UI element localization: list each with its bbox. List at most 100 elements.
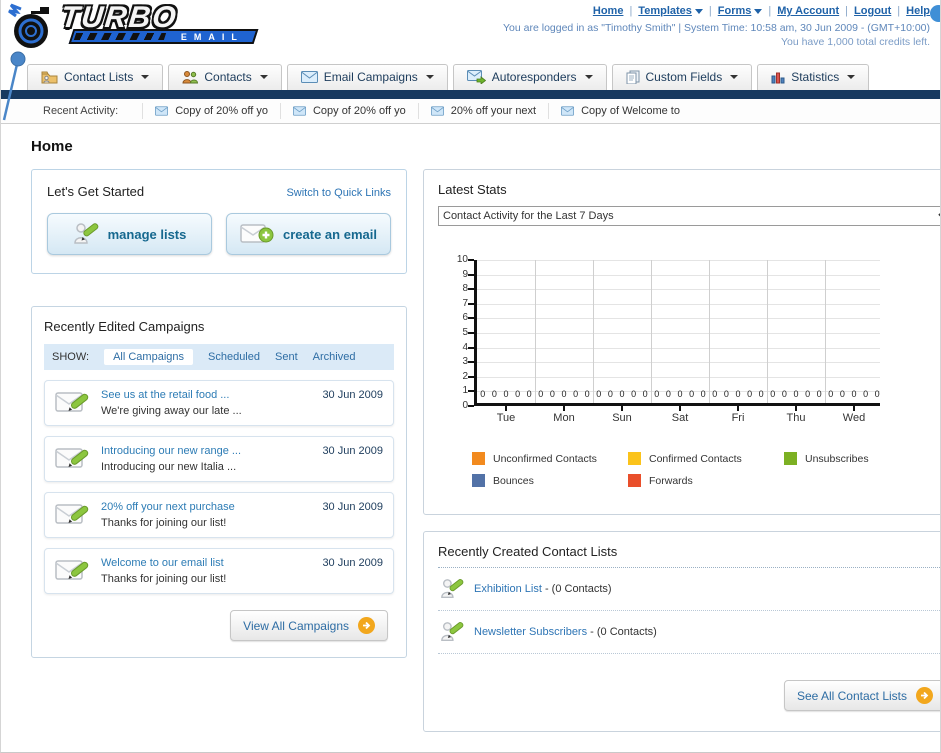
legend-item: Confirmed Contacts (628, 452, 784, 465)
legend-item: Unsubscribes (784, 452, 940, 465)
left-column: Let's Get Started Switch to Quick Links … (31, 169, 407, 658)
legend-label: Bounces (493, 474, 534, 487)
chevron-down-icon (847, 75, 856, 79)
value-labels: 00000 (770, 389, 822, 399)
tab-custom-fields[interactable]: Custom Fields (611, 64, 753, 90)
arrow-right-icon (358, 617, 375, 634)
contact-activity-chart: 0 1 2 3 4 5 6 7 8 9 10 0 0 0 0 0 0 0 0 0 0 0 0 0 0 0 0 0 0 0 0 0 0 0 0 0 0 0 0… (457, 254, 940, 428)
y-tick-label: 10 (456, 254, 468, 265)
legend-swatch (784, 452, 797, 465)
legend-label: Unconfirmed Contacts (493, 452, 597, 465)
value-labels: 00000 (596, 389, 648, 399)
latest-stats-panel: Latest Stats Contact Activity for the La… (423, 169, 940, 515)
campaign-date: 30 Jun 2009 (322, 557, 383, 569)
campaign-title-link[interactable]: See us at the retail food ... (101, 389, 312, 401)
y-tick-label: 0 (462, 400, 468, 411)
envelope-pencil-icon (55, 560, 89, 580)
legend-swatch (472, 452, 485, 465)
tab-email-campaigns[interactable]: Email Campaigns (286, 64, 448, 90)
filter-sent[interactable]: Sent (275, 351, 298, 363)
campaign-subject: We're giving away our late ... (101, 405, 242, 417)
x-tick-label: Wed (842, 412, 866, 424)
legend-label: Unsubscribes (805, 452, 869, 465)
x-tick-label: Sat (671, 412, 689, 424)
contact-list-link[interactable]: Newsletter Subscribers (474, 626, 587, 638)
tab-statistics[interactable]: Statistics (757, 64, 870, 90)
campaign-filter-bar: SHOW: All Campaigns Scheduled Sent Archi… (44, 344, 394, 370)
create-email-button[interactable]: create an email (226, 213, 391, 255)
pages-icon (626, 70, 640, 84)
pin-decoration (2, 51, 26, 121)
filter-all-campaigns[interactable]: All Campaigns (104, 349, 193, 365)
campaign-list: See us at the retail food ... We're givin… (44, 380, 394, 594)
envelope-icon (300, 71, 318, 83)
envelope-icon (561, 106, 575, 116)
y-tick-label: 1 (462, 385, 468, 397)
see-all-contact-lists-button[interactable]: See All Contact Lists (783, 680, 940, 711)
campaign-subject: Thanks for joining our list! (101, 517, 227, 529)
contact-count: - (0 Contacts) (544, 583, 612, 595)
filter-archived[interactable]: Archived (313, 351, 356, 363)
campaign-title-link[interactable]: 20% off your next purchase (101, 501, 312, 513)
x-tick-label: Fri (731, 412, 745, 424)
chevron-down-icon (425, 75, 434, 79)
contact-list-link[interactable]: Exhibition List (474, 583, 542, 595)
value-labels: 00000 (538, 389, 590, 399)
envelope-icon (292, 106, 306, 116)
y-tick-label: 8 (462, 283, 468, 295)
contact-count: - (0 Contacts) (590, 626, 657, 638)
tab-contact-lists[interactable]: Contact Lists (27, 64, 164, 90)
tab-autoresponders[interactable]: Autoresponders (452, 64, 607, 90)
manage-lists-button[interactable]: manage lists (47, 213, 212, 255)
legend-item: Forwards (628, 474, 784, 487)
turbo-engine-icon (8, 3, 49, 48)
chart-legend: Unconfirmed Contacts Confirmed Contacts Un… (472, 452, 940, 496)
campaign-title-link[interactable]: Welcome to our email list (101, 557, 312, 569)
value-labels: 00000 (480, 389, 532, 399)
switch-quick-links-link[interactable]: Switch to Quick Links (286, 187, 391, 199)
header-link-templates[interactable]: Templates (638, 5, 703, 17)
y-tick-label: 6 (462, 312, 468, 324)
legend-swatch (628, 474, 641, 487)
main-content: Home Let's Get Started Switch to Quick L… (1, 124, 940, 752)
legend-swatch (472, 474, 485, 487)
campaign-date: 30 Jun 2009 (322, 389, 383, 401)
header-link-my-account[interactable]: My Account (777, 5, 839, 17)
recent-activity-item[interactable]: Copy of 20% off yo (142, 103, 280, 119)
x-tick-label: Sun (612, 412, 632, 424)
chevron-down-icon (730, 75, 739, 79)
header-link-logout[interactable]: Logout (854, 5, 891, 17)
get-started-panel: Let's Get Started Switch to Quick Links … (31, 169, 407, 274)
envelope-icon (155, 106, 169, 116)
x-tick-label: Thu (786, 412, 806, 424)
filter-scheduled[interactable]: Scheduled (208, 351, 260, 363)
value-labels: 00000 (712, 389, 764, 399)
header-link-forms[interactable]: Forms (718, 5, 763, 17)
campaign-subject: Introducing our new Italia ... (101, 461, 237, 473)
campaign-card: Welcome to our email list Thanks for join… (44, 548, 394, 594)
folder-contacts-icon (41, 71, 58, 84)
envelope-arrow-icon (466, 70, 486, 84)
recent-activity-item[interactable]: Copy of Welcome to (548, 103, 692, 119)
value-labels: 00000 (828, 389, 880, 399)
arrow-right-icon (916, 687, 933, 704)
header-link-help[interactable]: Help (906, 5, 930, 17)
person-pencil-icon (441, 579, 464, 598)
header: TURBO EMAIL Home | Templates | Forms | My A… (1, 0, 940, 60)
right-column: Latest Stats Contact Activity for the La… (423, 169, 940, 732)
recent-activity-item[interactable]: Copy of 20% off yo (279, 103, 418, 119)
recent-activity-item[interactable]: 20% off your next (417, 103, 548, 119)
contact-lists-title: Recently Created Contact Lists (438, 544, 940, 568)
view-all-campaigns-button[interactable]: View All Campaigns (230, 610, 388, 641)
chevron-down-icon (694, 8, 703, 14)
app-window: TURBO EMAIL Home | Templates | Forms | My A… (0, 0, 941, 753)
campaign-title-link[interactable]: Introducing our new range ... (101, 445, 312, 457)
envelope-icon (430, 106, 444, 116)
legend-swatch (628, 452, 641, 465)
logo-subtitle-bar: EMAIL (68, 29, 259, 44)
tab-contacts[interactable]: Contacts (168, 64, 282, 90)
envelope-plus-icon (240, 223, 274, 243)
stats-period-select[interactable]: Contact Activity for the Last 7 Days (438, 206, 940, 226)
main-nav-tabs: Contact Lists Contacts Email Campaigns A… (1, 60, 940, 90)
header-link-home[interactable]: Home (593, 5, 624, 17)
